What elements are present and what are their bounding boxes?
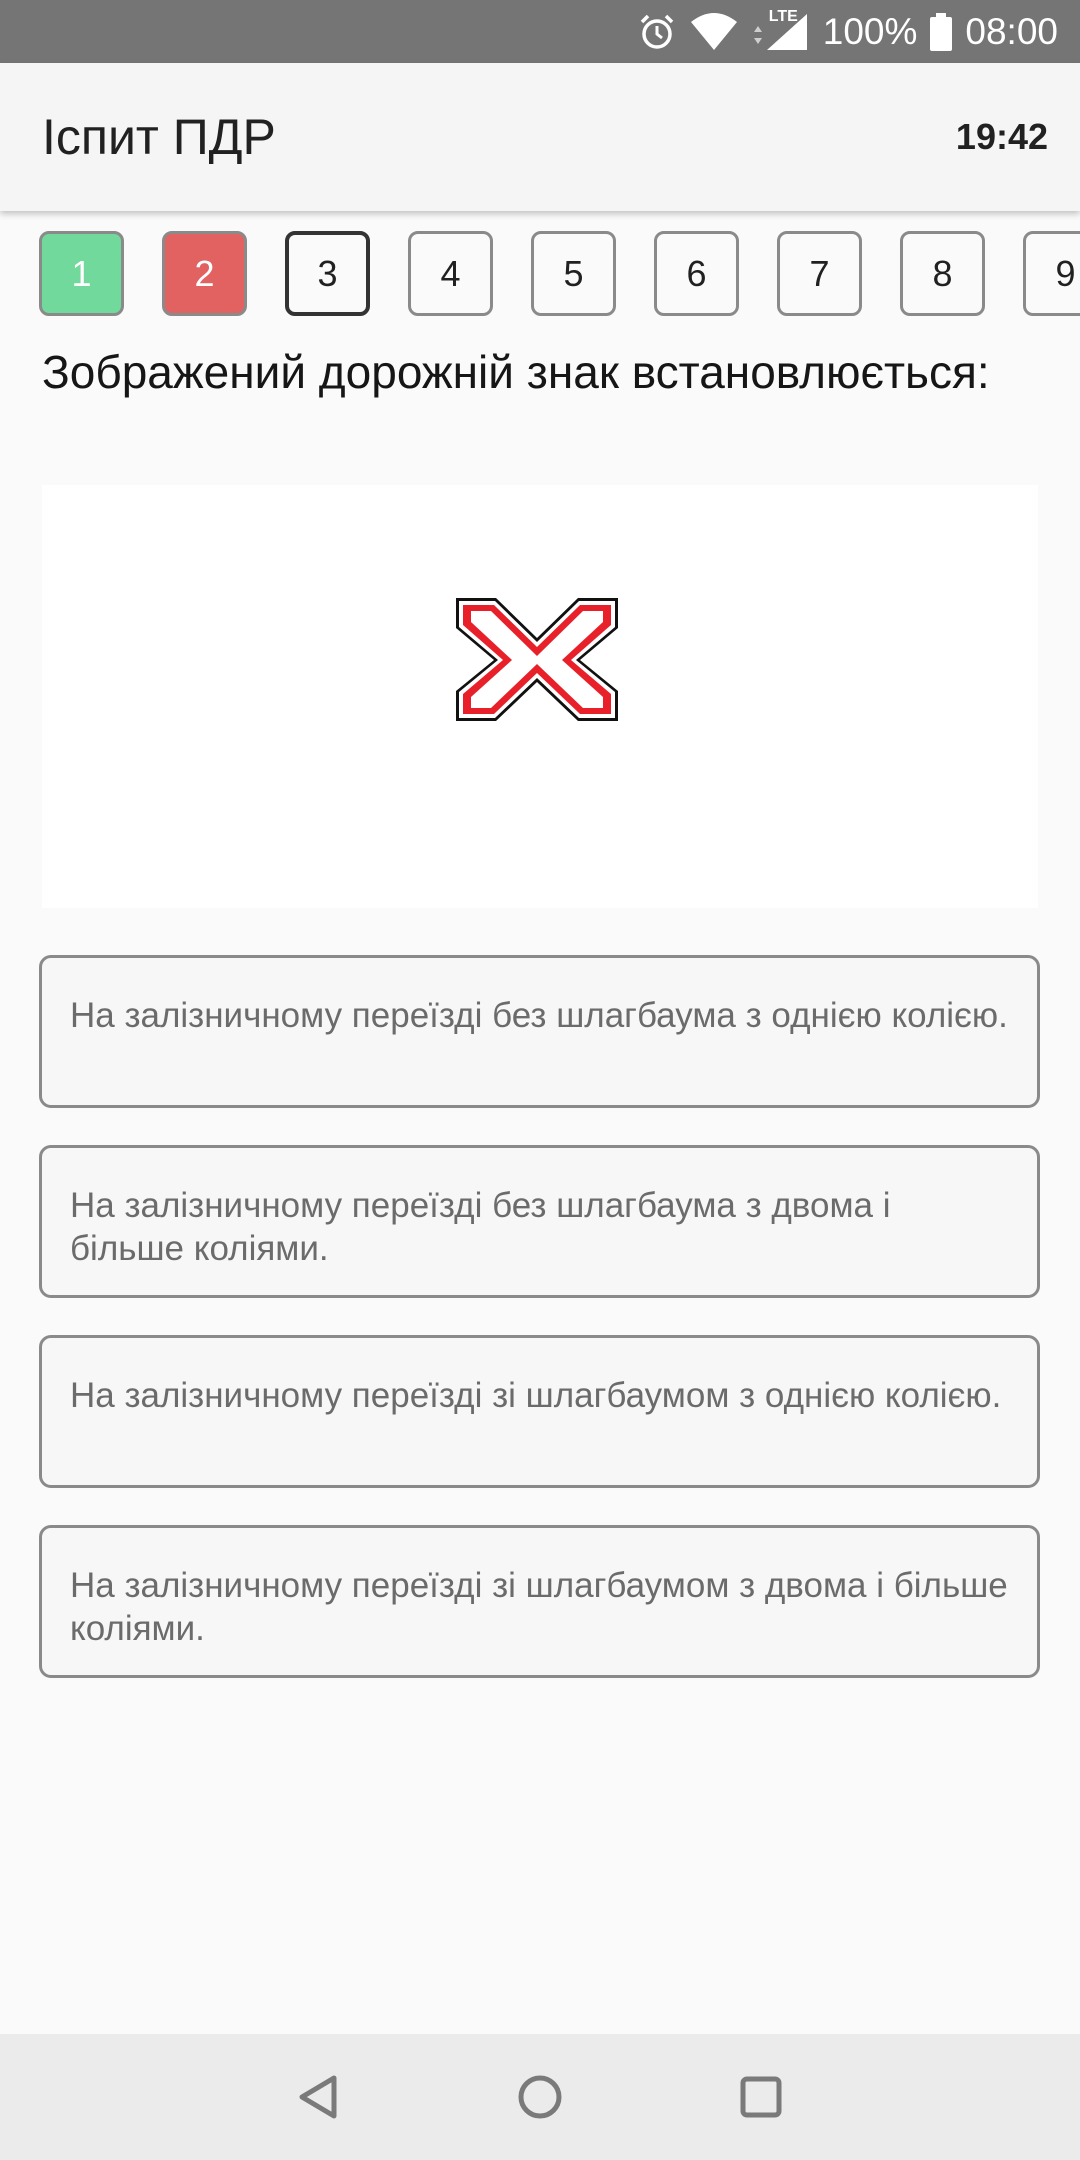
answer-option-1[interactable]: На залізничному переїзді без шлагбаума з… — [39, 955, 1040, 1108]
answer-option-text: На залізничному переїзді без шлагбаума з… — [70, 996, 1008, 1035]
question-number-5[interactable]: 5 — [531, 231, 616, 316]
back-icon[interactable] — [284, 2062, 354, 2132]
question-number-6[interactable]: 6 — [654, 231, 739, 316]
answer-option-text: На залізничному переїзді зі шлагбаумом з… — [70, 1376, 1002, 1415]
home-icon[interactable] — [505, 2062, 575, 2132]
battery-icon — [929, 12, 953, 52]
answer-option-4[interactable]: На залізничному переїзді зі шлагбаумом з… — [39, 1525, 1040, 1678]
question-number-9[interactable]: 9 — [1023, 231, 1080, 316]
answer-option-text: На залізничному переїзді зі шлагбаумом з… — [70, 1566, 1008, 1648]
railway-crossing-sign-icon — [456, 598, 618, 721]
question-number-strip[interactable]: 1 2 3 4 5 6 7 8 9 — [0, 231, 1080, 319]
answer-option-text: На залізничному переїзді без шлагбаума з… — [70, 1186, 891, 1268]
question-number-2[interactable]: 2 — [162, 231, 247, 316]
answer-option-3[interactable]: На залізничному переїзді зі шлагбаумом з… — [39, 1335, 1040, 1488]
question-number-8[interactable]: 8 — [900, 231, 985, 316]
question-text: Зображений дорожній знак встановлюється: — [42, 346, 990, 398]
question-number-3[interactable]: 3 — [285, 231, 370, 316]
app-bar: Іспит ПДР 19:42 — [0, 63, 1080, 211]
question-number-4[interactable]: 4 — [408, 231, 493, 316]
status-bar: LTE 100% 08:00 — [0, 0, 1080, 63]
question-image-area — [42, 485, 1038, 908]
network-type-label: LTE — [768, 7, 798, 25]
recents-icon[interactable] — [726, 2062, 796, 2132]
question-number-1[interactable]: 1 — [39, 231, 124, 316]
status-indicators: LTE 100% 08:00 — [637, 0, 1058, 63]
system-nav-bar — [0, 2034, 1080, 2160]
exam-timer: 19:42 — [955, 116, 1048, 157]
page-title: Іспит ПДР — [42, 109, 276, 165]
answer-option-2[interactable]: На залізничному переїзді без шлагбаума з… — [39, 1145, 1040, 1298]
alarm-icon — [637, 12, 677, 52]
wifi-icon — [689, 12, 739, 52]
signal-icon: LTE — [751, 7, 811, 54]
status-time: 08:00 — [965, 10, 1058, 52]
question-number-7[interactable]: 7 — [777, 231, 862, 316]
battery-percent: 100% — [822, 10, 918, 52]
